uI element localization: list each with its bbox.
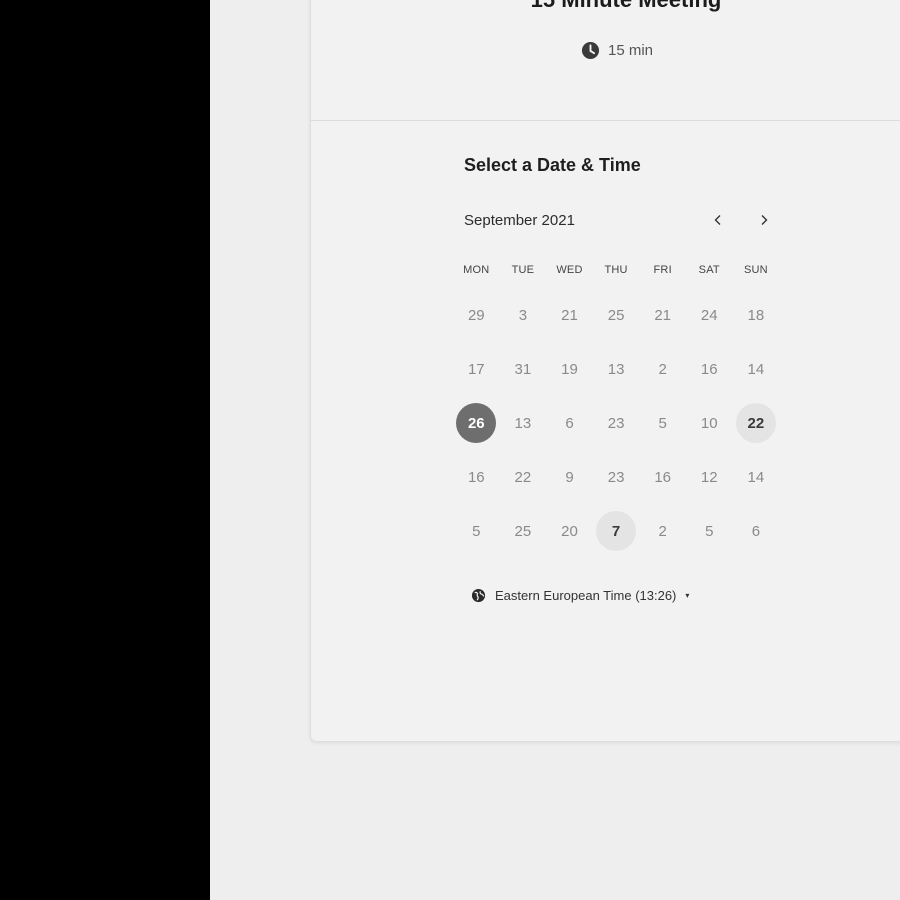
timezone-label: Eastern European Time (13:26) [495, 588, 677, 603]
day-number: 20 [561, 522, 578, 540]
calendar-day: 24 [686, 288, 733, 342]
calendar-grid: 29 3 21 25 21 24 18 17 31 19 13 2 16 14 26 13 6 23 5 10 22 16… [453, 288, 779, 558]
day-number: 21 [654, 306, 672, 324]
day-number: 21 [561, 306, 578, 324]
day-number: 22 [735, 403, 776, 443]
weekday-label: SAT [698, 264, 720, 276]
day-number: 26 [456, 403, 497, 443]
calendar-day: 21 [639, 288, 686, 342]
calendar-day: 18 [733, 288, 780, 342]
calendar-day: 5 [686, 504, 733, 558]
calendar-day: 2 [639, 342, 686, 396]
calendar-day: 25 [500, 504, 547, 558]
calendar-day: 17 [453, 342, 500, 396]
day-number: 23 [607, 468, 625, 486]
previous-month-button[interactable] [705, 207, 731, 233]
day-number: 17 [467, 360, 485, 378]
calendar-day: 22 [500, 450, 547, 504]
calendar-day: 20 [546, 504, 593, 558]
weekday-label: THU [604, 264, 628, 276]
calendar-day: 13 [593, 342, 640, 396]
calendar-day: 6 [546, 396, 593, 450]
day-number: 29 [467, 306, 485, 324]
calendar-day: 16 [453, 450, 500, 504]
calendar-day: 19 [546, 342, 593, 396]
globe-icon [471, 588, 486, 603]
day-number: 9 [565, 468, 574, 486]
day-number: 16 [654, 468, 672, 486]
calendar-day: 14 [733, 342, 780, 396]
screen: 15 Minute Meeting 15 min Select a Date &… [0, 0, 900, 900]
chevron-left-icon [714, 215, 721, 225]
day-number: 2 [658, 522, 667, 540]
calendar-day-available[interactable]: 22 [733, 396, 780, 450]
calendar-day: 6 [733, 504, 780, 558]
day-number: 3 [518, 306, 528, 324]
calendar-day: 23 [593, 396, 640, 450]
day-number: 10 [700, 414, 718, 432]
duration-label: 15 min [608, 42, 654, 59]
calendar-day: 23 [593, 450, 640, 504]
weekday-label: TUE [511, 264, 535, 276]
calendar-day: 14 [733, 450, 780, 504]
day-number: 13 [607, 360, 625, 378]
day-number: 5 [658, 414, 667, 432]
calendar-day: 9 [546, 450, 593, 504]
calendar-day: 25 [593, 288, 640, 342]
day-number: 22 [514, 468, 532, 486]
next-month-button[interactable] [751, 207, 777, 233]
day-number: 5 [472, 522, 481, 540]
calendar-day: 16 [639, 450, 686, 504]
day-number: 25 [607, 306, 625, 324]
calendar-day: 10 [686, 396, 733, 450]
day-number: 24 [700, 306, 718, 324]
day-number: 14 [747, 468, 765, 486]
caret-down-icon: ▾ [685, 591, 690, 600]
weekday-label: MON [463, 264, 490, 276]
calendar-day-available[interactable]: 7 [593, 504, 640, 558]
event-duration: 15 min [581, 41, 653, 60]
calendar-day: 29 [453, 288, 500, 342]
day-number: 14 [747, 360, 765, 378]
calendar-day: 21 [546, 288, 593, 342]
month-label: September 2021 [464, 212, 575, 229]
day-number: 2 [658, 360, 667, 378]
day-number: 16 [700, 360, 718, 378]
day-number: 5 [705, 522, 714, 540]
event-header: 15 Minute Meeting 15 min [311, 0, 900, 121]
weekday-label: SUN [743, 264, 768, 276]
day-number: 6 [565, 414, 574, 432]
calendar-day: 2 [639, 504, 686, 558]
day-number: 31 [514, 360, 532, 378]
day-number: 18 [747, 306, 765, 324]
calendar-day: 16 [686, 342, 733, 396]
event-title: 15 Minute Meeting [311, 0, 900, 13]
weekday-label: WED [556, 264, 583, 276]
select-date-heading: Select a Date & Time [464, 155, 641, 175]
calendar-day: 12 [686, 450, 733, 504]
weekday-header: MON TUE WED THU FRI SAT SUN [453, 264, 779, 276]
day-number: 16 [467, 468, 485, 486]
timezone-selector[interactable]: Eastern European Time (13:26) ▾ [471, 588, 689, 603]
chevron-right-icon [761, 215, 768, 225]
scheduling-card: 15 Minute Meeting 15 min Select a Date &… [310, 0, 900, 742]
calendar-day: 13 [500, 396, 547, 450]
calendar-day-selected[interactable]: 26 [453, 396, 500, 450]
day-number: 13 [514, 414, 532, 432]
calendar-day: 5 [453, 504, 500, 558]
day-number: 23 [607, 414, 625, 432]
day-number: 7 [596, 511, 637, 551]
day-number: 6 [751, 522, 761, 540]
calendar-day: 3 [500, 288, 547, 342]
weekday-label: FRI [653, 264, 672, 276]
day-number: 19 [561, 360, 578, 378]
clock-icon [581, 41, 600, 60]
calendar-day: 5 [639, 396, 686, 450]
day-number: 12 [700, 468, 718, 486]
day-number: 25 [514, 522, 532, 540]
calendar-day: 31 [500, 342, 547, 396]
